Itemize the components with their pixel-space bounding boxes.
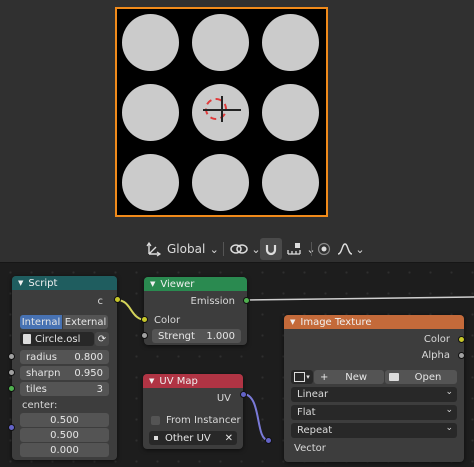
image-icon xyxy=(294,372,306,382)
uv-map-node[interactable]: ▼ UV Map UV From Instancer Other UV ✕ xyxy=(143,374,243,449)
chevron-down-icon: ⌄ xyxy=(445,423,453,433)
radius-label: radius xyxy=(26,351,57,363)
radius-input-socket[interactable] xyxy=(8,353,15,360)
sharpness-input-socket[interactable] xyxy=(8,369,15,376)
refresh-icon: ⟳ xyxy=(97,333,107,345)
collapse-arrow-icon[interactable]: ▼ xyxy=(149,377,154,385)
color-output-row: Color xyxy=(284,332,464,346)
center-input-socket[interactable] xyxy=(8,424,15,431)
radius-value: 0.800 xyxy=(74,351,103,363)
mode-internal-button[interactable]: Internal xyxy=(20,315,62,329)
color-output-label: Color xyxy=(423,333,450,345)
center-x-field[interactable]: 0.500 xyxy=(20,413,109,427)
tiles-value: 3 xyxy=(96,383,103,395)
script-node-title: Script xyxy=(28,277,58,289)
emission-output-socket[interactable] xyxy=(243,297,250,304)
reload-script-button[interactable]: ⟳ xyxy=(95,332,109,346)
sharpness-field[interactable]: sharpn 0.950 xyxy=(20,366,109,380)
new-image-button[interactable]: + New xyxy=(314,370,384,384)
link-uv-to-vector xyxy=(242,393,269,441)
interpolation-value: Linear xyxy=(297,389,329,400)
open-image-button[interactable]: Open xyxy=(385,370,457,384)
clear-icon[interactable]: ✕ xyxy=(225,433,233,444)
vector-input-label: Vector xyxy=(294,442,326,454)
output-c-row: c xyxy=(12,294,117,308)
strength-value: 1.000 xyxy=(206,330,235,342)
text-file-icon xyxy=(23,334,31,344)
texture-alpha-output-socket[interactable] xyxy=(458,352,465,359)
texture-vector-input-socket[interactable] xyxy=(265,437,272,444)
viewer-strength-input-socket[interactable] xyxy=(141,332,148,339)
uv-map-title: UV Map xyxy=(159,375,198,387)
center-y-field[interactable]: 0.500 xyxy=(20,428,109,442)
script-node-header[interactable]: ▼ Script xyxy=(12,276,117,290)
uv-output-label: UV xyxy=(216,392,231,404)
uv-dot-icon xyxy=(154,436,158,440)
viewer-color-input-socket[interactable] xyxy=(141,316,148,323)
interpolation-dropdown[interactable]: Linear ⌄ xyxy=(291,387,457,402)
projection-dropdown[interactable]: Flat ⌄ xyxy=(291,405,457,420)
image-texture-title: Image Texture xyxy=(300,316,372,328)
collapse-arrow-icon[interactable]: ▼ xyxy=(18,279,23,287)
new-label: New xyxy=(345,371,368,383)
script-name: Circle.osl xyxy=(35,333,81,345)
collapse-arrow-icon[interactable]: ▼ xyxy=(290,318,295,326)
emission-output-row: Emission xyxy=(144,294,247,308)
mode-external-button[interactable]: External xyxy=(63,315,108,329)
output-c-label: c xyxy=(97,295,104,307)
tiles-input-socket[interactable] xyxy=(8,385,15,392)
emission-label: Emission xyxy=(190,295,236,307)
strength-field[interactable]: Strengt 1.000 xyxy=(152,329,241,343)
from-instancer-label: From Instancer xyxy=(166,414,241,426)
alpha-output-row: Alpha xyxy=(284,348,464,362)
plus-icon: + xyxy=(320,371,329,383)
extension-dropdown[interactable]: Repeat ⌄ xyxy=(291,423,457,438)
alpha-output-label: Alpha xyxy=(421,349,450,361)
open-label: Open xyxy=(414,371,442,383)
uv-output-row: UV xyxy=(143,391,243,405)
uv-map-header[interactable]: ▼ UV Map xyxy=(143,374,243,388)
strength-label: Strengt xyxy=(158,330,195,342)
center-label: center: xyxy=(22,399,58,411)
chevron-down-icon: ⌄ xyxy=(445,387,453,397)
tiles-label: tiles xyxy=(26,383,47,395)
from-instancer-checkbox[interactable] xyxy=(151,415,160,425)
uv-output-socket[interactable] xyxy=(240,391,247,398)
chevron-down-icon: ⌄ xyxy=(445,405,453,415)
viewer-node-title: Viewer xyxy=(160,278,195,290)
sharpness-value: 0.950 xyxy=(74,367,103,379)
image-texture-node[interactable]: ▼ Image Texture Color Alpha ▾ + New Open… xyxy=(284,315,464,462)
radius-field[interactable]: radius 0.800 xyxy=(20,350,109,364)
projection-value: Flat xyxy=(297,407,316,418)
link-viewer-output xyxy=(246,296,474,301)
texture-color-output-socket[interactable] xyxy=(458,336,465,343)
color-input-label: Color xyxy=(154,314,181,326)
script-output-c-socket[interactable] xyxy=(114,296,121,303)
script-node[interactable]: ▼ Script c Internal External Circle.osl … xyxy=(12,276,117,460)
viewer-node[interactable]: ▼ Viewer Emission Color Strengt 1.000 xyxy=(144,277,247,345)
uv-map-name: Other UV xyxy=(165,432,211,444)
script-datablock-field[interactable]: Circle.osl xyxy=(20,332,94,346)
viewer-node-header[interactable]: ▼ Viewer xyxy=(144,277,247,291)
collapse-arrow-icon[interactable]: ▼ xyxy=(150,280,155,288)
extension-value: Repeat xyxy=(297,425,333,436)
image-texture-header[interactable]: ▼ Image Texture xyxy=(284,315,464,329)
center-z-field[interactable]: 0.000 xyxy=(20,443,109,457)
folder-icon xyxy=(389,373,399,381)
from-instancer-row[interactable]: From Instancer xyxy=(143,413,243,427)
uv-map-name-field[interactable]: Other UV ✕ xyxy=(149,431,237,445)
tiles-field[interactable]: tiles 3 xyxy=(20,382,109,396)
sharpness-label: sharpn xyxy=(26,367,61,379)
image-browse-button[interactable]: ▾ xyxy=(291,370,313,384)
